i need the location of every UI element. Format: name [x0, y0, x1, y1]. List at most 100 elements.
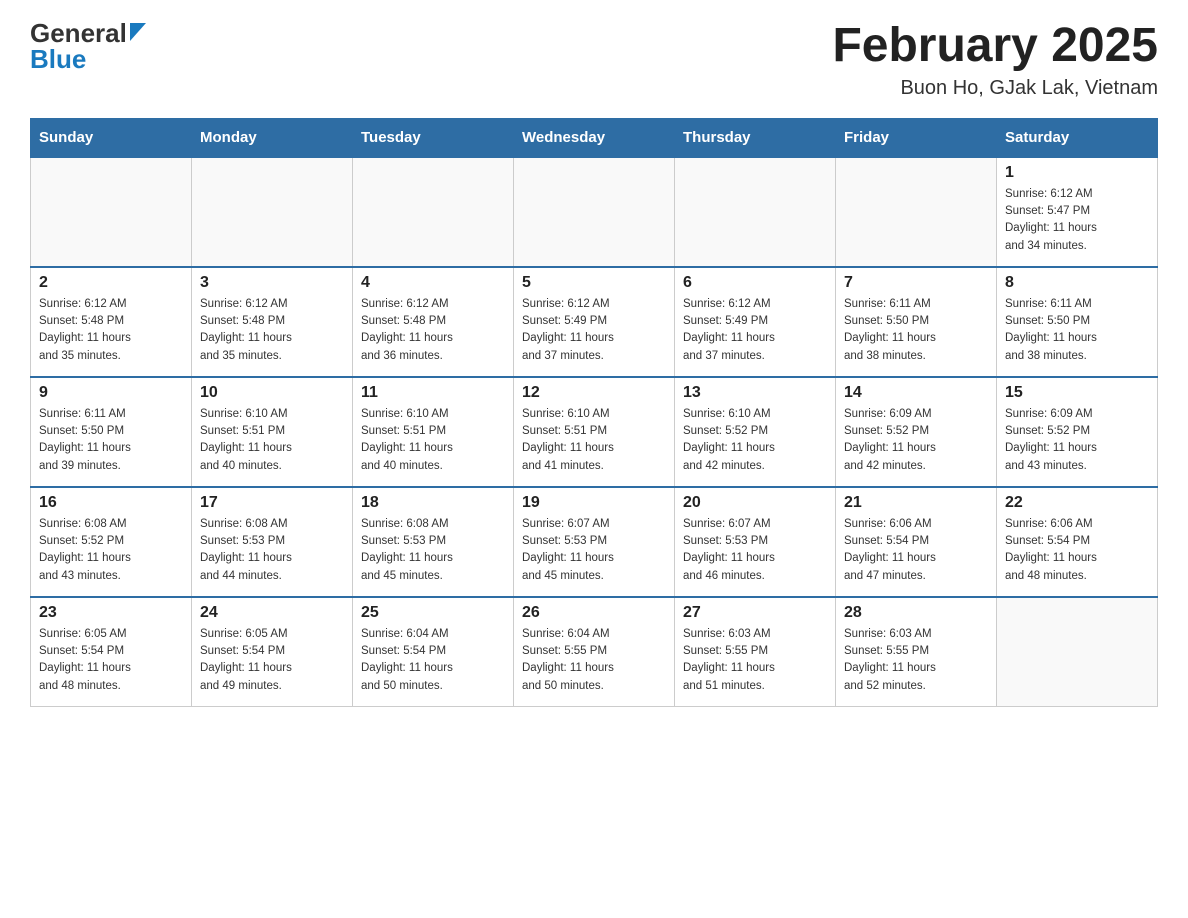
day-info: Sunrise: 6:12 AMSunset: 5:49 PMDaylight:… [522, 296, 666, 365]
day-number: 13 [683, 384, 827, 402]
day-number: 24 [200, 604, 344, 622]
day-info: Sunrise: 6:08 AMSunset: 5:52 PMDaylight:… [39, 516, 183, 585]
day-number: 14 [844, 384, 988, 402]
calendar-cell: 9 Sunrise: 6:11 AMSunset: 5:50 PMDaylight… [31, 377, 192, 487]
day-info: Sunrise: 6:11 AMSunset: 5:50 PMDaylight:… [39, 406, 183, 475]
day-info: Sunrise: 6:10 AMSunset: 5:51 PMDaylight:… [200, 406, 344, 475]
day-number: 12 [522, 384, 666, 402]
week-row-4: 16 Sunrise: 6:08 AMSunset: 5:52 PMDayligh… [31, 487, 1158, 597]
day-info: Sunrise: 6:06 AMSunset: 5:54 PMDaylight:… [1005, 516, 1149, 585]
day-info: Sunrise: 6:04 AMSunset: 5:54 PMDaylight:… [361, 626, 505, 695]
day-of-week-wednesday: Wednesday [514, 118, 675, 157]
calendar-cell [514, 157, 675, 267]
calendar-cell: 3 Sunrise: 6:12 AMSunset: 5:48 PMDaylight… [192, 267, 353, 377]
calendar-cell: 4 Sunrise: 6:12 AMSunset: 5:48 PMDaylight… [353, 267, 514, 377]
calendar-cell: 23 Sunrise: 6:05 AMSunset: 5:54 PMDayligh… [31, 597, 192, 707]
logo-blue: Blue [30, 44, 86, 74]
day-number: 2 [39, 274, 183, 292]
day-number: 6 [683, 274, 827, 292]
title-block: February 2025 Buon Ho, GJak Lak, Vietnam [832, 20, 1158, 100]
day-info: Sunrise: 6:03 AMSunset: 5:55 PMDaylight:… [844, 626, 988, 695]
day-info: Sunrise: 6:05 AMSunset: 5:54 PMDaylight:… [39, 626, 183, 695]
day-info: Sunrise: 6:08 AMSunset: 5:53 PMDaylight:… [361, 516, 505, 585]
day-info: Sunrise: 6:09 AMSunset: 5:52 PMDaylight:… [844, 406, 988, 475]
day-number: 19 [522, 494, 666, 512]
day-number: 22 [1005, 494, 1149, 512]
calendar-cell: 21Sunrise: 6:06 AMSunset: 5:54 PMDayligh… [836, 487, 997, 597]
day-number: 18 [361, 494, 505, 512]
day-number: 8 [1005, 274, 1149, 292]
day-number: 11 [361, 384, 505, 402]
day-number: 10 [200, 384, 344, 402]
logo-triangle-icon [130, 23, 146, 45]
calendar-cell: 25 Sunrise: 6:04 AMSunset: 5:54 PMDayligh… [353, 597, 514, 707]
calendar-cell: 6 Sunrise: 6:12 AMSunset: 5:49 PMDaylight… [675, 267, 836, 377]
day-number: 23 [39, 604, 183, 622]
day-number: 5 [522, 274, 666, 292]
days-of-week-row: SundayMondayTuesdayWednesdayThursdayFrid… [31, 118, 1158, 157]
day-number: 20 [683, 494, 827, 512]
calendar-cell: 7 Sunrise: 6:11 AMSunset: 5:50 PMDaylight… [836, 267, 997, 377]
day-number: 9 [39, 384, 183, 402]
calendar-cell [353, 157, 514, 267]
calendar-cell: 20Sunrise: 6:07 AMSunset: 5:53 PMDayligh… [675, 487, 836, 597]
day-of-week-tuesday: Tuesday [353, 118, 514, 157]
calendar-cell: 17 Sunrise: 6:08 AMSunset: 5:53 PMDayligh… [192, 487, 353, 597]
day-number: 27 [683, 604, 827, 622]
day-info: Sunrise: 6:12 AMSunset: 5:49 PMDaylight:… [683, 296, 827, 365]
day-of-week-friday: Friday [836, 118, 997, 157]
calendar-cell: 13 Sunrise: 6:10 AMSunset: 5:52 PMDayligh… [675, 377, 836, 487]
calendar-cell [836, 157, 997, 267]
day-number: 3 [200, 274, 344, 292]
day-info: Sunrise: 6:08 AMSunset: 5:53 PMDaylight:… [200, 516, 344, 585]
calendar-cell: 8 Sunrise: 6:11 AMSunset: 5:50 PMDaylight… [997, 267, 1158, 377]
calendar-cell: 16 Sunrise: 6:08 AMSunset: 5:52 PMDayligh… [31, 487, 192, 597]
calendar-table: SundayMondayTuesdayWednesdayThursdayFrid… [30, 118, 1158, 708]
calendar-cell: 15 Sunrise: 6:09 AMSunset: 5:52 PMDayligh… [997, 377, 1158, 487]
calendar-cell: 24 Sunrise: 6:05 AMSunset: 5:54 PMDayligh… [192, 597, 353, 707]
location-subtitle: Buon Ho, GJak Lak, Vietnam [832, 77, 1158, 100]
day-info: Sunrise: 6:03 AMSunset: 5:55 PMDaylight:… [683, 626, 827, 695]
day-info: Sunrise: 6:10 AMSunset: 5:51 PMDaylight:… [361, 406, 505, 475]
day-info: Sunrise: 6:04 AMSunset: 5:55 PMDaylight:… [522, 626, 666, 695]
calendar-cell: 1Sunrise: 6:12 AMSunset: 5:47 PMDaylight… [997, 157, 1158, 267]
day-number: 25 [361, 604, 505, 622]
day-info: Sunrise: 6:12 AMSunset: 5:47 PMDaylight:… [1005, 186, 1149, 255]
day-info: Sunrise: 6:09 AMSunset: 5:52 PMDaylight:… [1005, 406, 1149, 475]
day-of-week-monday: Monday [192, 118, 353, 157]
calendar-cell: 2Sunrise: 6:12 AMSunset: 5:48 PMDaylight… [31, 267, 192, 377]
calendar-cell: 22 Sunrise: 6:06 AMSunset: 5:54 PMDayligh… [997, 487, 1158, 597]
calendar-cell: 19 Sunrise: 6:07 AMSunset: 5:53 PMDayligh… [514, 487, 675, 597]
calendar-cell: 26Sunrise: 6:04 AMSunset: 5:55 PMDayligh… [514, 597, 675, 707]
calendar-cell: 14 Sunrise: 6:09 AMSunset: 5:52 PMDayligh… [836, 377, 997, 487]
calendar-cell: 18 Sunrise: 6:08 AMSunset: 5:53 PMDayligh… [353, 487, 514, 597]
calendar-cell: 12Sunrise: 6:10 AMSunset: 5:51 PMDayligh… [514, 377, 675, 487]
day-number: 16 [39, 494, 183, 512]
day-info: Sunrise: 6:12 AMSunset: 5:48 PMDaylight:… [361, 296, 505, 365]
day-of-week-thursday: Thursday [675, 118, 836, 157]
calendar-body: 1Sunrise: 6:12 AMSunset: 5:47 PMDaylight… [31, 157, 1158, 707]
calendar-header: SundayMondayTuesdayWednesdayThursdayFrid… [31, 118, 1158, 157]
day-number: 28 [844, 604, 988, 622]
calendar-cell: 5 Sunrise: 6:12 AMSunset: 5:49 PMDaylight… [514, 267, 675, 377]
day-info: Sunrise: 6:12 AMSunset: 5:48 PMDaylight:… [200, 296, 344, 365]
day-info: Sunrise: 6:11 AMSunset: 5:50 PMDaylight:… [1005, 296, 1149, 365]
day-info: Sunrise: 6:05 AMSunset: 5:54 PMDaylight:… [200, 626, 344, 695]
logo-text: General Blue [30, 20, 146, 72]
day-number: 17 [200, 494, 344, 512]
calendar-cell [192, 157, 353, 267]
day-of-week-saturday: Saturday [997, 118, 1158, 157]
day-number: 7 [844, 274, 988, 292]
day-number: 4 [361, 274, 505, 292]
week-row-1: 1Sunrise: 6:12 AMSunset: 5:47 PMDaylight… [31, 157, 1158, 267]
week-row-5: 23 Sunrise: 6:05 AMSunset: 5:54 PMDayligh… [31, 597, 1158, 707]
day-info: Sunrise: 6:11 AMSunset: 5:50 PMDaylight:… [844, 296, 988, 365]
week-row-2: 2 Sunrise: 6:12 AMSunset: 5:48 PMDaylight… [31, 267, 1158, 377]
month-year-title: February 2025 [832, 20, 1158, 73]
day-of-week-sunday: Sunday [31, 118, 192, 157]
calendar-cell: 11 Sunrise: 6:10 AMSunset: 5:51 PMDayligh… [353, 377, 514, 487]
day-info: Sunrise: 6:07 AMSunset: 5:53 PMDaylight:… [522, 516, 666, 585]
day-number: 15 [1005, 384, 1149, 402]
calendar-cell [675, 157, 836, 267]
day-info: Sunrise: 6:10 AMSunset: 5:52 PMDaylight:… [683, 406, 827, 475]
